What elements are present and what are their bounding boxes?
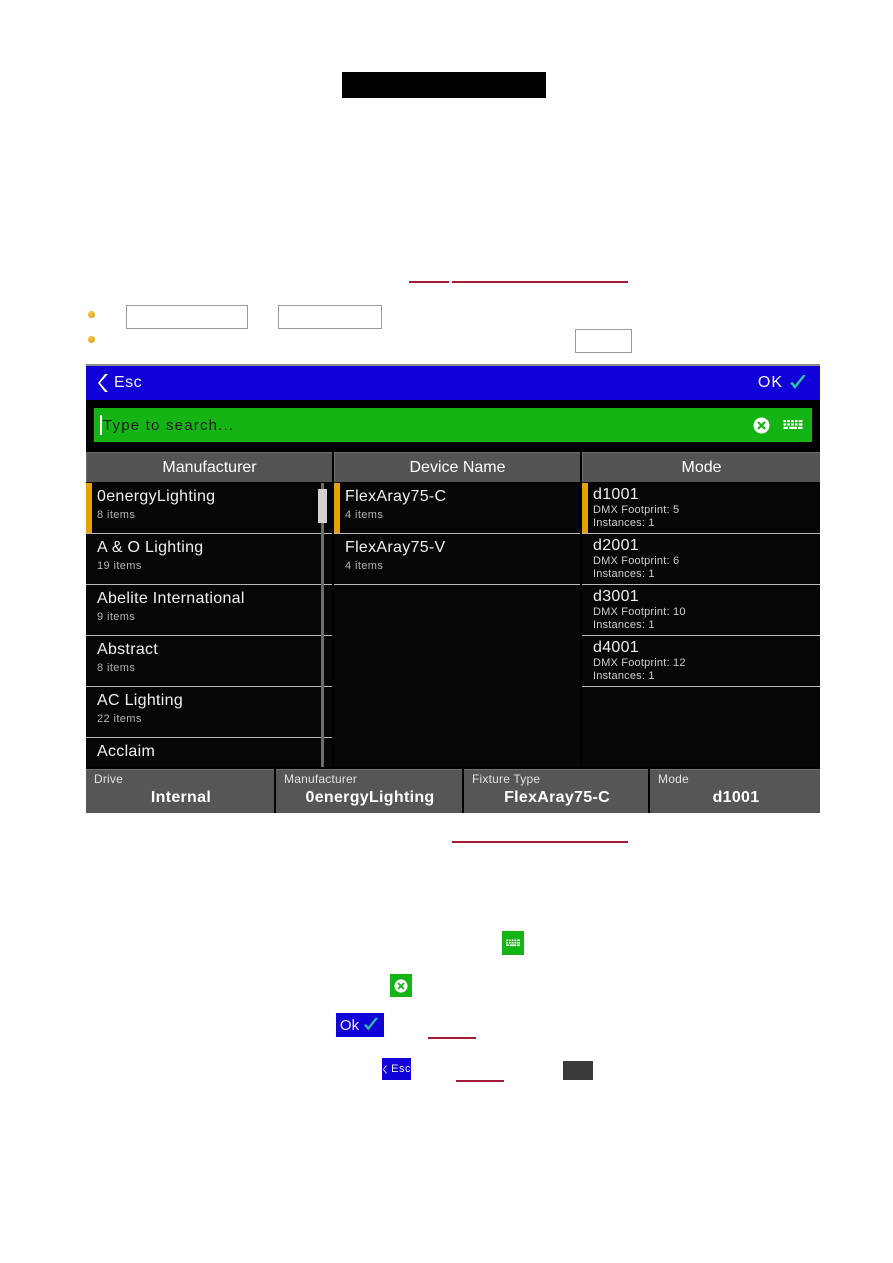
- list-item-label: d3001: [593, 588, 639, 605]
- selection-accent: [86, 483, 92, 533]
- check-icon: [788, 373, 808, 393]
- list-item-label: d4001: [593, 639, 639, 656]
- column-header-device-name[interactable]: Device Name: [334, 452, 580, 482]
- list-item[interactable]: d2001 DMX Footprint: 6 Instances: 1: [582, 534, 820, 585]
- list-item-label: d2001: [593, 537, 639, 554]
- status-cell-mode[interactable]: Mode d1001: [650, 769, 820, 813]
- list-item[interactable]: A & O Lighting 19 items: [86, 534, 332, 585]
- inline-clear-icon: [390, 974, 412, 997]
- redacted-field-box: [278, 305, 382, 329]
- list-item-instances: Instances: 1: [593, 619, 655, 631]
- annotation-underline: [452, 841, 628, 843]
- ok-button[interactable]: OK: [758, 366, 808, 400]
- list-item[interactable]: Abstract 8 items: [86, 636, 332, 687]
- list-bullet: [88, 336, 95, 343]
- chevron-left-icon: [96, 373, 110, 393]
- list-item-footprint: DMX Footprint: 10: [593, 606, 686, 618]
- list-item[interactable]: 0energyLighting 8 items: [86, 483, 332, 534]
- keyboard-icon[interactable]: [782, 417, 804, 433]
- list-item-count: 8 items: [97, 509, 136, 521]
- list-item-label: AC Lighting: [97, 692, 184, 709]
- list-item-count: 22 items: [97, 713, 142, 725]
- status-label: Fixture Type: [472, 772, 541, 786]
- ok-button-label: OK: [757, 374, 783, 391]
- list-item-count: 19 items: [97, 560, 142, 572]
- redacted-heading-block: [342, 72, 546, 98]
- list-item-footprint: DMX Footprint: 6: [593, 555, 680, 567]
- list-item-label: FlexAray75-C: [345, 488, 447, 505]
- list-item[interactable]: Acclaim: [86, 738, 332, 760]
- scrollbar-track[interactable]: [321, 483, 324, 767]
- annotation-underline: [409, 281, 449, 283]
- column-header-manufacturer[interactable]: Manufacturer: [86, 452, 332, 482]
- list-item-footprint: DMX Footprint: 5: [593, 504, 680, 516]
- text-cursor: [100, 415, 102, 435]
- status-cell-drive[interactable]: Drive Internal: [86, 769, 274, 813]
- list-item-instances: Instances: 1: [593, 568, 655, 580]
- list-bullet: [88, 311, 95, 318]
- inline-ok-label: Ok: [339, 1016, 360, 1034]
- mode-list[interactable]: d1001 DMX Footprint: 5 Instances: 1 d200…: [582, 483, 820, 767]
- search-placeholder: Type to search...: [103, 416, 235, 434]
- search-input[interactable]: Type to search...: [94, 408, 812, 442]
- clear-search-icon[interactable]: [753, 417, 770, 434]
- status-value: 0energyLighting: [305, 789, 435, 806]
- fixture-picker-dialog: Esc OK Type to search... Manufacturer De…: [86, 364, 820, 813]
- inline-ok-button: Ok: [336, 1013, 384, 1037]
- dialog-titlebar: Esc OK: [86, 366, 820, 400]
- list-item-count: 4 items: [345, 509, 384, 521]
- column-headers: Manufacturer Device Name Mode: [86, 452, 820, 482]
- list-item[interactable]: FlexAray75-V 4 items: [334, 534, 580, 585]
- status-value: FlexAray75-C: [504, 789, 610, 806]
- annotation-underline: [452, 281, 628, 283]
- list-item-label: FlexAray75-V: [345, 539, 446, 556]
- manufacturer-list[interactable]: 0energyLighting 8 items A & O Lighting 1…: [86, 483, 332, 767]
- list-item-label: Acclaim: [97, 743, 156, 760]
- list-item-instances: Instances: 1: [593, 517, 655, 529]
- list-item-count: 9 items: [97, 611, 136, 623]
- status-value: Internal: [150, 789, 212, 806]
- status-cell-fixture-type[interactable]: Fixture Type FlexAray75-C: [464, 769, 648, 813]
- column-header-mode[interactable]: Mode: [582, 452, 820, 482]
- list-item[interactable]: Abelite International 9 items: [86, 585, 332, 636]
- inline-esc-label: Esc: [391, 1063, 411, 1075]
- list-item[interactable]: FlexAray75-C 4 items: [334, 483, 580, 534]
- chevron-left-icon: [382, 1065, 388, 1073]
- esc-button-label: Esc: [114, 374, 143, 391]
- list-item-label: A & O Lighting: [97, 539, 204, 556]
- annotation-underline: [456, 1080, 504, 1082]
- list-item-label: 0energyLighting: [97, 488, 216, 505]
- status-label: Mode: [658, 772, 689, 786]
- list-item-label: d1001: [593, 486, 639, 503]
- annotation-underline: [428, 1037, 476, 1039]
- redacted-field-box: [575, 329, 632, 353]
- status-cell-manufacturer[interactable]: Manufacturer 0energyLighting: [276, 769, 462, 813]
- status-value: d1001: [712, 789, 760, 806]
- scrollbar-thumb[interactable]: [318, 489, 327, 523]
- column-lists: 0energyLighting 8 items A & O Lighting 1…: [86, 483, 820, 767]
- list-item[interactable]: d1001 DMX Footprint: 5 Instances: 1: [582, 483, 820, 534]
- list-item-count: 4 items: [345, 560, 384, 572]
- status-label: Drive: [94, 772, 124, 786]
- inline-esc-button: Esc: [382, 1058, 411, 1080]
- status-bar: Drive Internal Manufacturer 0energyLight…: [86, 769, 820, 813]
- selection-accent: [334, 483, 340, 533]
- device-name-list[interactable]: FlexAray75-C 4 items FlexAray75-V 4 item…: [334, 483, 580, 767]
- list-item-label: Abelite International: [97, 590, 245, 607]
- list-item[interactable]: AC Lighting 22 items: [86, 687, 332, 738]
- list-item-instances: Instances: 1: [593, 670, 655, 682]
- status-label: Manufacturer: [284, 772, 358, 786]
- inline-keyboard-icon: [502, 931, 524, 955]
- list-item[interactable]: d3001 DMX Footprint: 10 Instances: 1: [582, 585, 820, 636]
- list-item-count: 8 items: [97, 662, 136, 674]
- check-icon: [363, 1017, 379, 1031]
- selection-accent: [582, 483, 588, 533]
- esc-button[interactable]: Esc: [96, 366, 142, 400]
- list-item-footprint: DMX Footprint: 12: [593, 657, 686, 669]
- list-item-label: Abstract: [97, 641, 159, 658]
- redacted-field-box: [126, 305, 248, 329]
- list-item[interactable]: d4001 DMX Footprint: 12 Instances: 1: [582, 636, 820, 687]
- search-row: Type to search...: [86, 400, 820, 452]
- inline-dark-chip: [563, 1061, 593, 1080]
